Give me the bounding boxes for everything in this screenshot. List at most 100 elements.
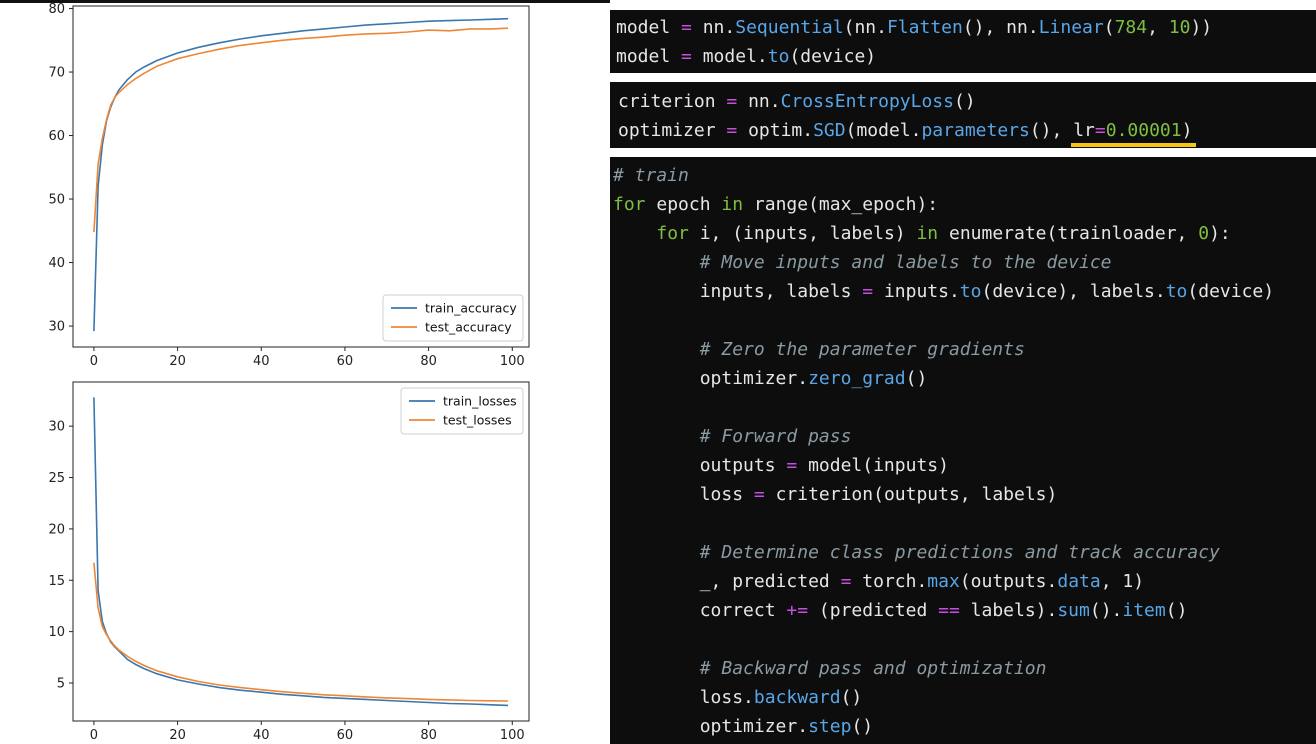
code-token: model. bbox=[702, 46, 768, 67]
code-token: epoch bbox=[645, 194, 722, 215]
code-token: to bbox=[767, 46, 790, 67]
code-token: == bbox=[938, 600, 971, 621]
code-token: for bbox=[656, 223, 689, 244]
code-token: to bbox=[1165, 281, 1188, 302]
code-token: item bbox=[1122, 600, 1166, 621]
y-tick-label: 50 bbox=[48, 193, 65, 208]
code-token: zero_grad bbox=[808, 368, 906, 389]
code-token: 0.00001 bbox=[1105, 120, 1182, 141]
code-token: outputs bbox=[613, 455, 787, 476]
code-token: loss. bbox=[613, 687, 754, 708]
code-token: max bbox=[927, 571, 960, 592]
series-line-test_losses bbox=[93, 562, 509, 702]
code-cell-train-loop: # train for epoch in range(max_epoch): fo… bbox=[610, 157, 1316, 744]
x-tick-label: 40 bbox=[253, 354, 270, 369]
code-token: # Move inputs and labels to the device bbox=[699, 252, 1112, 273]
highlighted-token: lr bbox=[1073, 120, 1095, 141]
code-line: loss = criterion(outputs, labels) bbox=[613, 480, 1313, 509]
code-token: (device) bbox=[1187, 281, 1275, 302]
code-token: (), nn. bbox=[962, 17, 1039, 38]
code-token: = bbox=[840, 571, 863, 592]
x-tick-label: 80 bbox=[420, 354, 437, 369]
code-line: _, predicted = torch.max(outputs.data, 1… bbox=[613, 567, 1313, 596]
code-token: )) bbox=[1190, 17, 1213, 38]
code-token: 784 bbox=[1114, 17, 1148, 38]
x-tick-label: 40 bbox=[253, 728, 270, 743]
code-token: nn. bbox=[748, 91, 781, 112]
code-token: torch. bbox=[862, 571, 928, 592]
y-tick-label: 5 bbox=[57, 676, 65, 691]
code-token: criterion bbox=[618, 91, 727, 112]
code-line: optimizer.step() bbox=[613, 712, 1313, 741]
code-line: loss.backward() bbox=[613, 683, 1313, 712]
x-tick-label: 20 bbox=[169, 728, 186, 743]
x-tick-label: 0 bbox=[90, 354, 98, 369]
code-token: nn. bbox=[702, 17, 736, 38]
code-line: optimizer = optim.SGD(model.parameters()… bbox=[618, 116, 1308, 147]
legend: train_accuracy test_accuracy bbox=[382, 294, 524, 342]
code-token: parameters bbox=[921, 120, 1030, 141]
code-token: sum bbox=[1057, 600, 1090, 621]
x-tick-label: 0 bbox=[90, 728, 98, 743]
code-token: # Backward pass and optimization bbox=[699, 658, 1047, 679]
code-token: ( bbox=[1103, 17, 1115, 38]
loss-chart: 0 20 40 60 80 100 5 10 15 20 25 30 train_losses test_… bbox=[48, 381, 530, 743]
code-line: for epoch in range(max_epoch): bbox=[613, 190, 1313, 219]
code-line: correct += (predicted == labels).sum().i… bbox=[613, 596, 1313, 625]
code-token: (model. bbox=[845, 120, 922, 141]
code-token: # Forward pass bbox=[699, 426, 852, 447]
code-line: criterion = nn.CrossEntropyLoss() bbox=[618, 87, 1308, 116]
code-token: , 1) bbox=[1100, 571, 1145, 592]
code-token: += bbox=[786, 600, 819, 621]
code-token: loss bbox=[613, 484, 754, 505]
code-token: for bbox=[613, 194, 646, 215]
code-token: optim. bbox=[748, 120, 814, 141]
series-line-train_losses bbox=[93, 397, 509, 707]
code-token: = bbox=[753, 484, 776, 505]
code-token: (nn. bbox=[843, 17, 887, 38]
x-tick-label: 60 bbox=[337, 728, 354, 743]
y-tick-label: 60 bbox=[48, 129, 65, 144]
code-token: in bbox=[721, 194, 744, 215]
code-token: # train bbox=[613, 165, 689, 186]
y-tick-label: 15 bbox=[48, 574, 65, 589]
code-token: () bbox=[840, 687, 863, 708]
code-line: model = nn.Sequential(nn.Flatten(), nn.L… bbox=[616, 13, 1310, 42]
accuracy-chart: 0 20 40 60 80 100 30 40 50 60 70 80 train_accuracyte… bbox=[48, 2, 530, 369]
code-line: # Forward pass bbox=[613, 422, 1313, 451]
lr-highlight-underline bbox=[1071, 143, 1196, 147]
legend-label: test_losses bbox=[443, 413, 512, 428]
code-token: = bbox=[681, 46, 703, 67]
code-token: in bbox=[916, 223, 939, 244]
y-tick-label: 30 bbox=[48, 320, 65, 335]
y-tick-label: 30 bbox=[48, 420, 65, 435]
code-token: SGD bbox=[813, 120, 846, 141]
code-line: for i, (inputs, labels) in enumerate(tra… bbox=[613, 219, 1313, 248]
code-token: model bbox=[616, 46, 682, 67]
code-token: 10 bbox=[1168, 17, 1191, 38]
code-token: _, predicted bbox=[613, 571, 841, 592]
charts-area: 0 20 40 60 80 100304050607080train_accuracyte… bbox=[48, 2, 530, 743]
code-token: ): bbox=[1209, 223, 1231, 244]
code-token: () bbox=[953, 91, 976, 112]
y-tick-label: 80 bbox=[48, 2, 65, 17]
code-line: # Backward pass and optimization bbox=[613, 654, 1313, 683]
code-token: Sequential bbox=[735, 17, 844, 38]
code-token: () bbox=[851, 716, 874, 737]
code-token: , bbox=[1147, 17, 1169, 38]
code-token: () bbox=[1165, 600, 1188, 621]
code-token: = bbox=[786, 455, 809, 476]
y-tick-label: 40 bbox=[48, 256, 65, 271]
code-token: (), bbox=[1029, 120, 1074, 141]
code-token: (predicted bbox=[818, 600, 939, 621]
legend-label: train_losses bbox=[443, 394, 517, 409]
series-line-test_accuracy bbox=[93, 27, 509, 233]
